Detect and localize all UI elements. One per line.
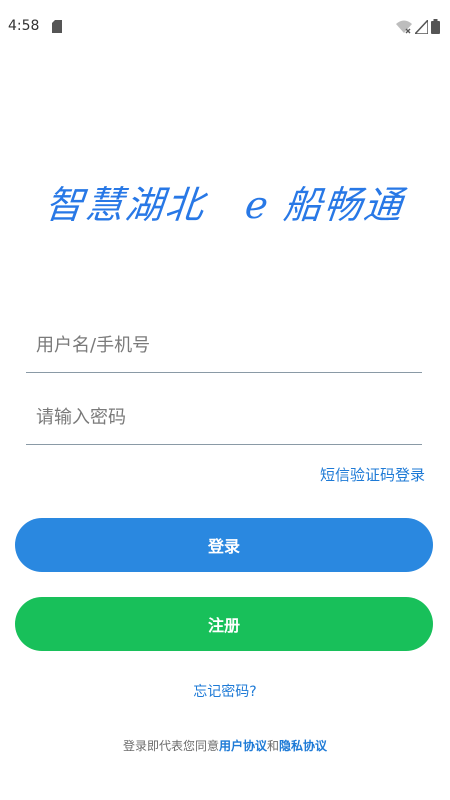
agreement-and: 和 <box>267 739 280 753</box>
username-input[interactable] <box>26 318 422 372</box>
sms-login-link[interactable]: 短信验证码登录 <box>320 464 425 485</box>
password-field-container <box>26 390 422 445</box>
status-icons <box>396 19 440 34</box>
wifi-off-icon <box>396 20 412 33</box>
status-time: 4:58 <box>8 18 40 34</box>
agreement-prefix: 登录即代表您同意 <box>122 739 219 753</box>
username-field-container <box>26 318 422 373</box>
user-agreement-link[interactable]: 用户协议 <box>219 739 267 753</box>
agreement-text: 登录即代表您同意用户协议和隐私协议 <box>0 737 450 754</box>
app-logo: 智慧湖北 e 船畅通 <box>43 183 407 227</box>
battery-icon <box>431 19 440 34</box>
signal-icon <box>415 19 428 34</box>
password-input[interactable] <box>26 390 422 444</box>
forgot-password-link[interactable]: 忘记密码? <box>0 681 450 701</box>
register-button[interactable]: 注册 <box>15 597 433 651</box>
status-bar: 4:58 <box>0 0 450 56</box>
privacy-policy-link[interactable]: 隐私协议 <box>279 739 327 753</box>
sd-card-icon <box>52 20 62 33</box>
login-button[interactable]: 登录 <box>15 518 433 572</box>
